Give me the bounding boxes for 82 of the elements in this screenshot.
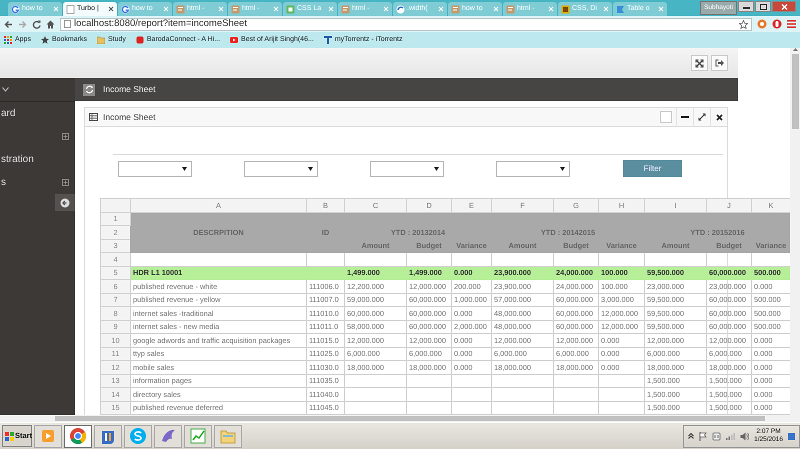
expand-icon[interactable] xyxy=(62,179,69,186)
page-icon xyxy=(341,4,350,14)
filter-button[interactable]: Filter xyxy=(623,160,682,177)
sidebar-item[interactable]: s xyxy=(0,171,75,194)
maximize-button[interactable] xyxy=(755,1,771,12)
caret-icon xyxy=(308,166,313,170)
taskbar-button[interactable] xyxy=(94,424,122,448)
logout-button[interactable] xyxy=(711,55,728,71)
page-icon xyxy=(506,4,515,14)
taskbar-button[interactable] xyxy=(64,424,92,448)
page-icon xyxy=(231,4,240,14)
logout-icon xyxy=(715,59,724,67)
expand-icon xyxy=(698,113,706,121)
address-bar[interactable]: localhost:8080/report?item=incomeSheet xyxy=(60,18,752,30)
forward-icon[interactable] xyxy=(18,20,27,28)
menu-icon[interactable] xyxy=(787,20,796,28)
chart-icon xyxy=(189,427,207,445)
folder-icon xyxy=(96,36,105,44)
dropdown[interactable] xyxy=(370,160,444,176)
dolphin-icon xyxy=(159,427,177,445)
apps-icon xyxy=(4,36,12,44)
swirl-icon xyxy=(396,4,405,14)
taskbar-button[interactable] xyxy=(184,424,212,448)
bookmark-icon xyxy=(136,36,144,44)
device-icon[interactable] xyxy=(712,432,722,440)
caret-icon xyxy=(182,166,187,170)
caret-icon xyxy=(560,166,565,170)
page-title: Income Sheet xyxy=(103,83,156,96)
fullscreen-icon xyxy=(695,58,704,68)
minimize-icon xyxy=(742,4,750,9)
collapse-button[interactable] xyxy=(55,194,75,211)
checkbox[interactable] xyxy=(660,111,672,123)
refresh-icon[interactable] xyxy=(83,84,95,96)
fullscreen-button[interactable] xyxy=(691,55,708,71)
square-icon xyxy=(561,4,570,14)
arrow-left-icon xyxy=(60,198,70,208)
dropdown[interactable] xyxy=(244,160,318,176)
scrollbar-thumb[interactable] xyxy=(55,416,765,421)
minimize-button[interactable] xyxy=(738,1,754,12)
search-engine-icon xyxy=(11,4,20,14)
expand-icon[interactable] xyxy=(62,133,69,140)
video-icon xyxy=(230,36,238,44)
windows-logo-icon xyxy=(5,432,14,440)
extension-icon[interactable] xyxy=(757,19,767,29)
extension-icon[interactable] xyxy=(772,19,782,29)
browser-icon xyxy=(69,427,87,445)
table-icon xyxy=(89,113,98,121)
flag-icon xyxy=(616,4,625,14)
show-desktop-icon[interactable] xyxy=(788,432,795,440)
page-icon xyxy=(176,4,185,14)
taskbar-button[interactable] xyxy=(154,424,182,448)
torrent-icon xyxy=(324,36,332,44)
show-hidden-icon[interactable] xyxy=(688,433,694,439)
page-icon xyxy=(451,4,460,14)
caret-icon xyxy=(434,166,439,170)
maximize-icon xyxy=(760,4,766,10)
home-icon[interactable] xyxy=(46,20,55,28)
close-icon[interactable] xyxy=(108,6,114,12)
search-engine-icon xyxy=(121,4,130,14)
dropdown[interactable] xyxy=(118,160,192,176)
volume-icon[interactable] xyxy=(740,432,750,440)
media-player-icon xyxy=(39,427,57,445)
minus-icon xyxy=(681,113,689,121)
signal-icon[interactable] xyxy=(726,432,736,440)
taskbar-button[interactable] xyxy=(124,424,152,448)
panel-title: Income Sheet xyxy=(103,110,156,124)
sidebar-item[interactable]: stration xyxy=(0,148,75,171)
taskbar-button[interactable] xyxy=(34,424,62,448)
taskbar-button[interactable] xyxy=(214,424,242,448)
square-icon xyxy=(286,4,295,14)
skype-icon xyxy=(129,427,147,445)
close-icon xyxy=(780,4,788,10)
dropdown[interactable] xyxy=(496,160,570,176)
close-icon xyxy=(716,114,722,120)
chevron-icon[interactable] xyxy=(2,87,9,92)
scrollbar-thumb[interactable] xyxy=(792,54,798,129)
reload-icon[interactable] xyxy=(32,20,41,28)
star-icon xyxy=(40,36,49,44)
sidebar-item[interactable]: ard xyxy=(0,102,75,125)
flag-icon[interactable] xyxy=(699,432,708,440)
bookmark-star-icon[interactable] xyxy=(739,20,748,28)
back-icon[interactable] xyxy=(4,20,13,28)
